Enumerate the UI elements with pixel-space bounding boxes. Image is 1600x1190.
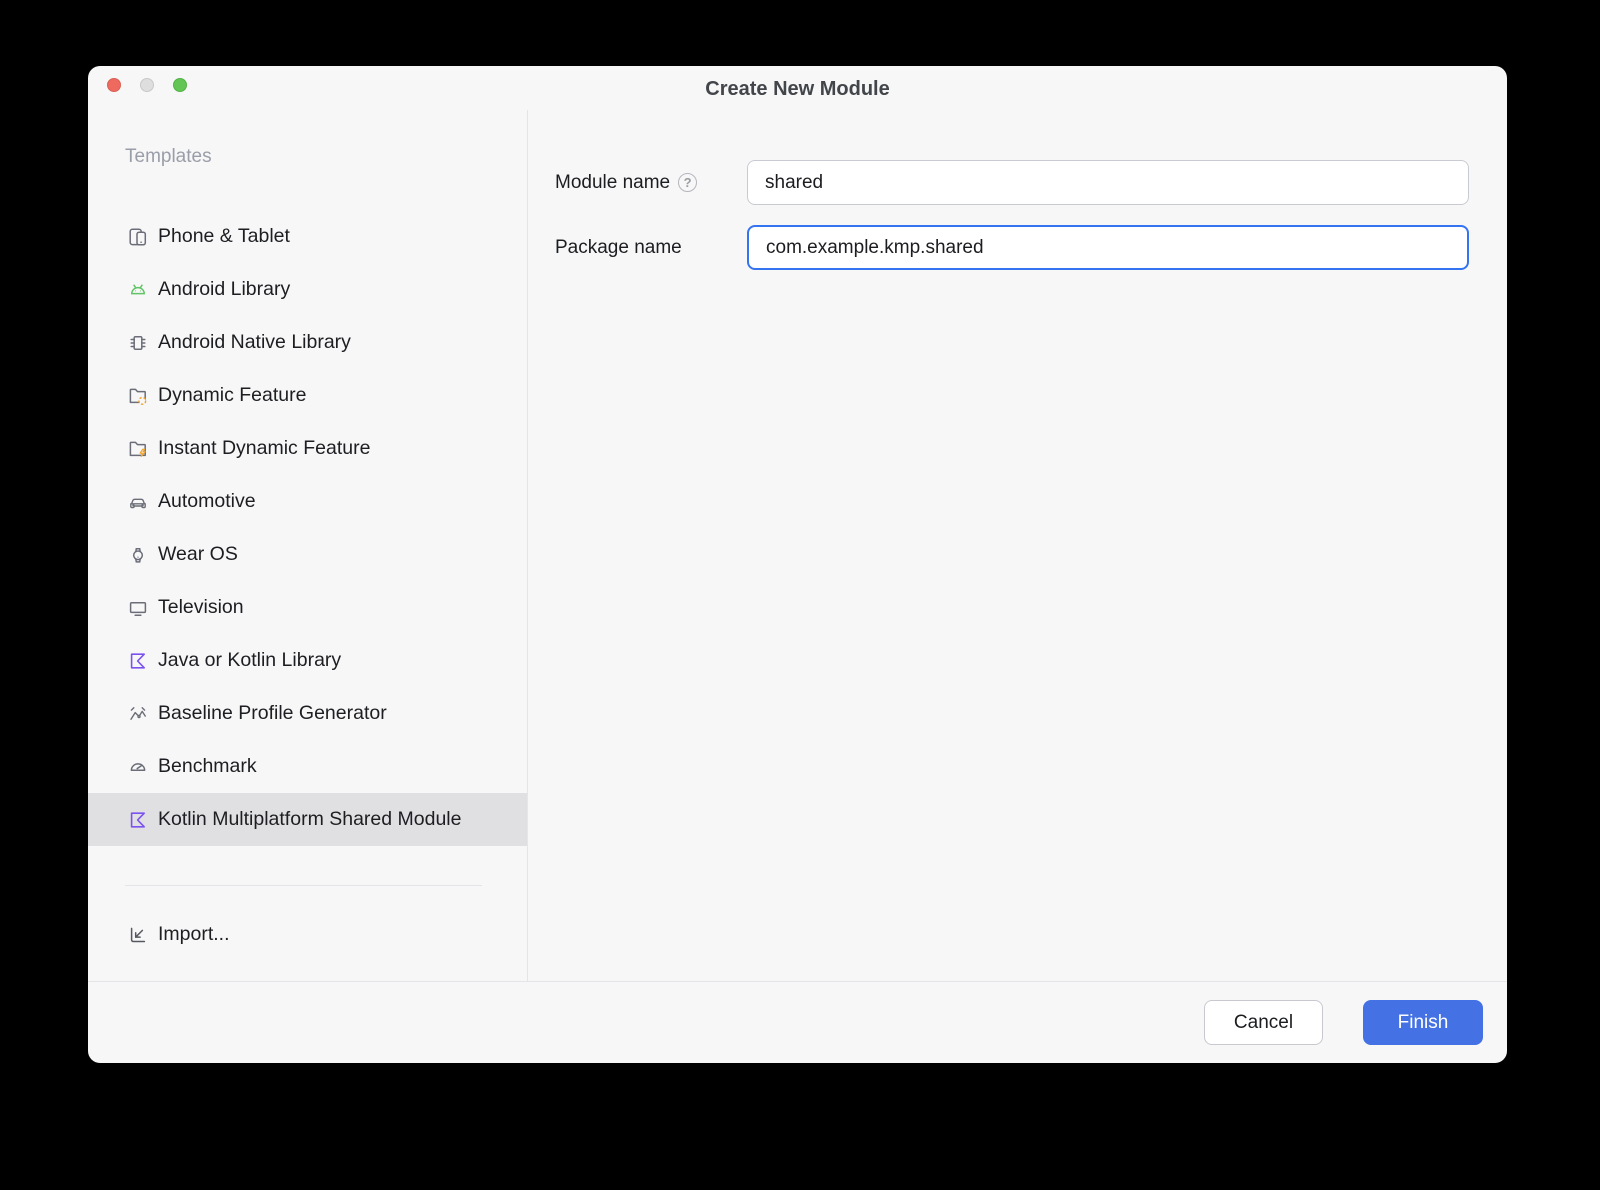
- template-item-dynamic-feature[interactable]: Dynamic Feature: [88, 369, 527, 422]
- folder-lightning-icon: [127, 438, 149, 460]
- title-bar: Create New Module: [88, 66, 1507, 110]
- minimize-button[interactable]: [140, 78, 154, 92]
- import-label: Import...: [158, 923, 230, 945]
- template-item-label: Phone & Tablet: [158, 225, 290, 247]
- zoom-button[interactable]: [173, 78, 187, 92]
- template-item-android-library[interactable]: Android Library: [88, 263, 527, 316]
- tv-icon: [127, 597, 149, 619]
- phone-tablet-icon: [127, 226, 149, 248]
- chip-icon: [127, 332, 149, 354]
- android-head-icon: [127, 279, 149, 301]
- module-name-input[interactable]: [747, 160, 1469, 205]
- template-item-label: Wear OS: [158, 543, 238, 565]
- template-item-wear-os[interactable]: Wear OS: [88, 528, 527, 581]
- template-item-automotive[interactable]: Automotive: [88, 475, 527, 528]
- template-item-label: Baseline Profile Generator: [158, 702, 387, 724]
- template-item-label: Television: [158, 596, 244, 618]
- help-icon[interactable]: ?: [678, 173, 698, 192]
- car-icon: [127, 491, 149, 513]
- create-new-module-dialog: Create New Module Templates Phone & Tabl…: [88, 66, 1507, 1063]
- profile-chart-icon: [127, 703, 149, 725]
- import-arrow-icon: [127, 924, 149, 946]
- sidebar-divider: [125, 885, 482, 886]
- templates-sidebar: Templates Phone & Tablet Android Library: [88, 110, 528, 981]
- template-item-baseline-profile-generator[interactable]: Baseline Profile Generator: [88, 687, 527, 740]
- template-item-label: Android Library: [158, 278, 291, 300]
- template-item-kotlin-multiplatform-shared-module[interactable]: Kotlin Multiplatform Shared Module: [88, 793, 527, 846]
- watch-icon: [127, 544, 149, 566]
- template-item-label: Instant Dynamic Feature: [158, 437, 371, 459]
- template-item-java-kotlin-library[interactable]: Java or Kotlin Library: [88, 634, 527, 687]
- window-title: Create New Module: [705, 78, 890, 100]
- template-item-label: Android Native Library: [158, 331, 351, 353]
- dialog-footer: Cancel Finish: [88, 981, 1507, 1063]
- package-name-input[interactable]: [747, 225, 1469, 270]
- template-item-label: Java or Kotlin Library: [158, 649, 342, 671]
- module-name-row: Module name ?: [555, 160, 1507, 205]
- package-name-label: Package name: [555, 236, 682, 258]
- template-item-label: Dynamic Feature: [158, 384, 307, 406]
- template-item-phone-tablet[interactable]: Phone & Tablet: [88, 210, 527, 263]
- kotlin-icon: [127, 650, 149, 672]
- template-item-television[interactable]: Television: [88, 581, 527, 634]
- kotlin-icon: [127, 809, 149, 831]
- finish-button[interactable]: Finish: [1363, 1000, 1483, 1045]
- template-item-instant-dynamic-feature[interactable]: Instant Dynamic Feature: [88, 422, 527, 475]
- template-item-label: Kotlin Multiplatform Shared Module: [158, 808, 462, 830]
- gauge-icon: [127, 756, 149, 778]
- template-item-benchmark[interactable]: Benchmark: [88, 740, 527, 793]
- template-list: Phone & Tablet Android Library Android N…: [88, 210, 527, 846]
- package-name-row: Package name: [555, 225, 1507, 270]
- template-item-android-native-library[interactable]: Android Native Library: [88, 316, 527, 369]
- folder-dynamic-icon: [127, 385, 149, 407]
- template-item-label: Automotive: [158, 490, 256, 512]
- close-button[interactable]: [107, 78, 121, 92]
- module-name-label: Module name: [555, 171, 671, 193]
- module-form: Module name ? Package name: [528, 110, 1507, 981]
- cancel-button[interactable]: Cancel: [1204, 1000, 1323, 1045]
- import-button[interactable]: Import...: [88, 908, 527, 961]
- template-item-label: Benchmark: [158, 755, 257, 777]
- templates-header: Templates: [125, 146, 212, 167]
